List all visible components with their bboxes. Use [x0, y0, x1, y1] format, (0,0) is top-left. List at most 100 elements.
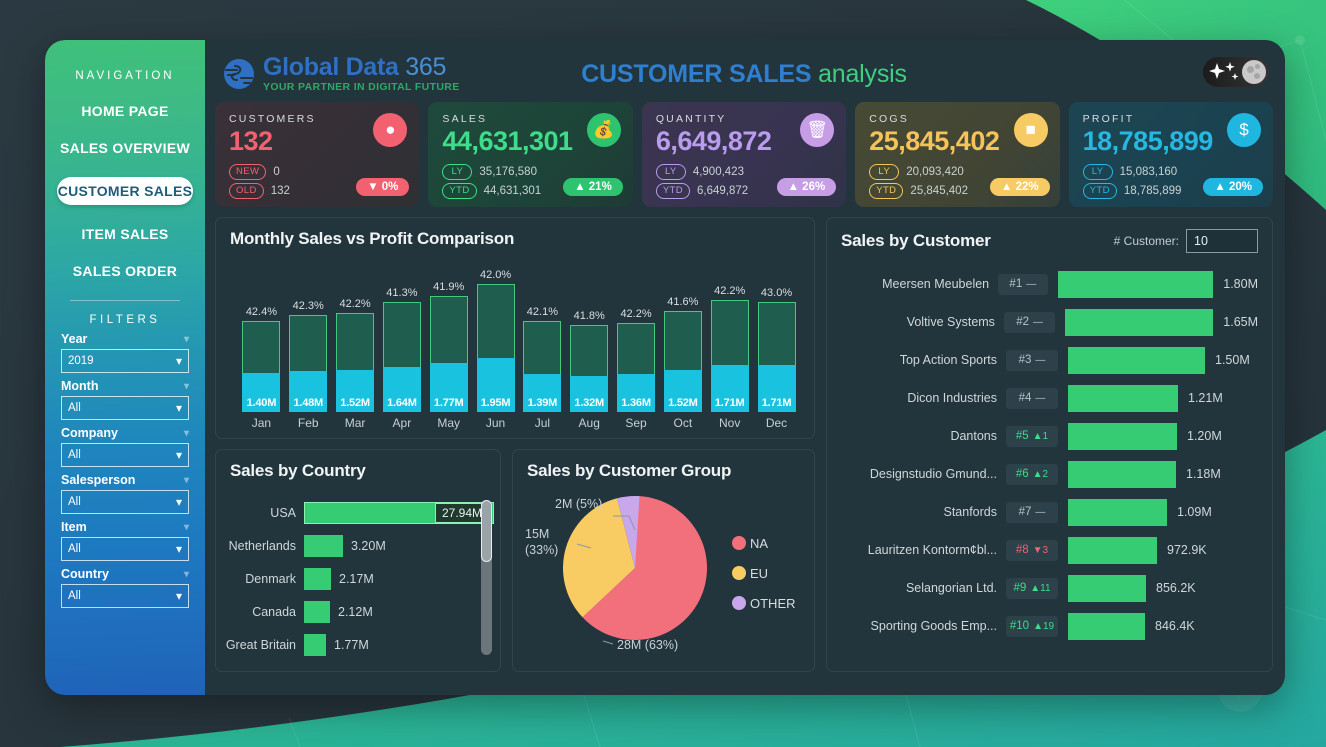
sidebar-item-home-page[interactable]: HOME PAGE [45, 103, 205, 119]
bar-segment-profit: 1.52M [663, 370, 702, 412]
bar-segment-profit: 1.95M [476, 358, 515, 412]
customer-bar[interactable] [1068, 574, 1146, 602]
filter-month: Month ▾ All ▾ [45, 379, 205, 420]
sidebar: NAVIGATION HOME PAGE SALES OVERVIEW CUSTOM… [45, 40, 205, 695]
country-bar[interactable]: 27.94M [304, 501, 494, 524]
filter-label-country: Country ▾ [61, 567, 189, 581]
bar-stack[interactable]: 1.71M [710, 300, 749, 412]
bar-stack[interactable]: 1.64M [382, 302, 421, 412]
rank-delta: — [1035, 354, 1046, 366]
bar-stack[interactable]: 1.77M [429, 296, 468, 412]
bar-percent-label: 42.0% [479, 269, 512, 281]
dark-mode-toggle[interactable] [1203, 57, 1269, 87]
bar-segment-profit: 1.48M [289, 371, 328, 412]
bar-stack[interactable]: 1.95M [476, 284, 515, 412]
customer-count-input[interactable]: 10 [1186, 229, 1258, 253]
filter-country: Country ▾ All ▾ [45, 567, 205, 608]
customer-bar[interactable] [1057, 270, 1214, 298]
sidebar-item-customer-sales[interactable]: CUSTOMER SALES [57, 177, 193, 205]
bar-stack[interactable]: 1.36M [617, 323, 656, 412]
legend-dot-na [732, 536, 746, 550]
bar-stack[interactable]: 1.71M [757, 302, 796, 412]
customer-value: 1.21M [1188, 391, 1223, 405]
filters-list: Year ▾ 2019 ▾ Month ▾ All ▾ Company ▾ All ▾ Salesper… [45, 332, 205, 608]
customer-name: Sporting Goods Emp... [870, 619, 997, 633]
filter-select-year[interactable]: 2019 ▾ [61, 349, 189, 373]
rank-delta: — [1035, 392, 1046, 404]
customer-bar[interactable] [1068, 612, 1145, 640]
bar-stack[interactable]: 1.52M [663, 311, 702, 412]
filter-year: Year ▾ 2019 ▾ [45, 332, 205, 373]
customer-value: 856.2K [1156, 581, 1196, 595]
bar-percent-label: 42.3% [292, 300, 324, 312]
customer-bar[interactable] [1068, 498, 1167, 526]
country-bar[interactable] [304, 633, 326, 656]
bar-percent-label: 42.1% [526, 306, 558, 318]
filter-select-item[interactable]: All ▾ [61, 537, 189, 561]
bar-segment-sales [382, 302, 421, 367]
chevron-down-icon: ▾ [175, 542, 182, 556]
kpi-subvalue: 0 [273, 165, 280, 178]
bar-column: 42.1% 1.39M Jul [519, 262, 566, 430]
bar-stack[interactable]: 1.32M [570, 325, 609, 412]
header-bar: Global Data 365 YOUR PARTNER IN DIGITAL … [215, 48, 1273, 100]
legend-label-eu: EU [750, 566, 768, 581]
customer-bar[interactable] [1068, 422, 1177, 450]
rank-delta: ▲19 [1033, 620, 1055, 632]
country-value: 2.17M [339, 571, 374, 586]
filter-select-month[interactable]: All ▾ [61, 396, 189, 420]
customer-rank-badge: #6 ▲2 [1006, 463, 1058, 485]
bar-segment-profit: 1.64M [382, 367, 421, 412]
filter-label-company: Company ▾ [61, 426, 189, 440]
rank-delta: ▲11 [1030, 582, 1051, 594]
pie-leader-line [602, 640, 614, 645]
chevron-down-icon: ▾ [183, 521, 189, 533]
country-bar[interactable] [304, 534, 343, 557]
country-name: Canada [252, 604, 296, 619]
toggle-knob-moon-icon [1242, 60, 1266, 84]
bar-column: 42.4% 1.40M Jan [238, 262, 285, 430]
customer-bar[interactable] [1068, 460, 1176, 488]
bar-value-label: 1.40M [246, 397, 277, 409]
pie-label-eu: (33%) [525, 543, 558, 557]
country-scrollbar-thumb[interactable] [481, 500, 492, 562]
customer-bar[interactable] [1065, 308, 1214, 336]
brand-logo: Global Data 365 YOUR PARTNER IN DIGITAL … [223, 55, 460, 93]
country-bar[interactable] [304, 567, 331, 590]
sidebar-item-item-sales[interactable]: ITEM SALES [45, 226, 205, 242]
legend-label-other: OTHER [750, 596, 796, 611]
bar-stack[interactable]: 1.52M [336, 313, 375, 412]
country-scrollbar[interactable] [481, 500, 492, 655]
filter-select-salesperson[interactable]: All ▾ [61, 490, 189, 514]
country-bar[interactable] [304, 600, 330, 623]
bar-category-label: Nov [719, 416, 741, 430]
bar-value-label: 1.52M [668, 397, 698, 409]
bar-percent-label: 42.2% [620, 308, 652, 320]
bar-stack[interactable]: 1.39M [523, 321, 562, 412]
page-title-main: CUSTOMER SALES [581, 59, 812, 88]
kpi-tag: LY [869, 164, 900, 180]
customer-name: Selangorian Ltd. [905, 581, 997, 595]
customer-value: 846.4K [1155, 619, 1195, 633]
sidebar-item-sales-overview[interactable]: SALES OVERVIEW [45, 140, 205, 156]
sidebar-item-sales-order[interactable]: SALES ORDER [45, 263, 205, 279]
bar-stack[interactable]: 1.40M [242, 321, 281, 412]
customer-bar[interactable] [1068, 346, 1205, 374]
customer-row: Voltive Systems #2— 1.65M [841, 303, 1258, 341]
customer-rank-badge: #5 ▲1 [1006, 425, 1058, 447]
country-row: Netherlands 3.20M [224, 529, 500, 562]
filter-company: Company ▾ All ▾ [45, 426, 205, 467]
bar-value-label: 1.32M [574, 397, 604, 409]
customer-bar[interactable] [1068, 536, 1157, 564]
rank-number: #4 [1018, 392, 1032, 404]
bar-category-label: May [437, 416, 461, 430]
filter-select-country[interactable]: All ▾ [61, 584, 189, 608]
wallet-icon: ■ [1013, 113, 1048, 147]
chevron-down-icon: ▾ [183, 333, 189, 345]
bar-stack[interactable]: 1.48M [289, 315, 328, 412]
customer-bar[interactable] [1068, 384, 1178, 412]
bar-segment-profit: 1.52M [336, 370, 375, 412]
customer-value: 1.65M [1223, 315, 1259, 329]
filter-select-company[interactable]: All ▾ [61, 443, 189, 467]
country-rows: USA 27.94M Netherlands 3.20M Denmark 2.17M Can… [216, 496, 500, 661]
